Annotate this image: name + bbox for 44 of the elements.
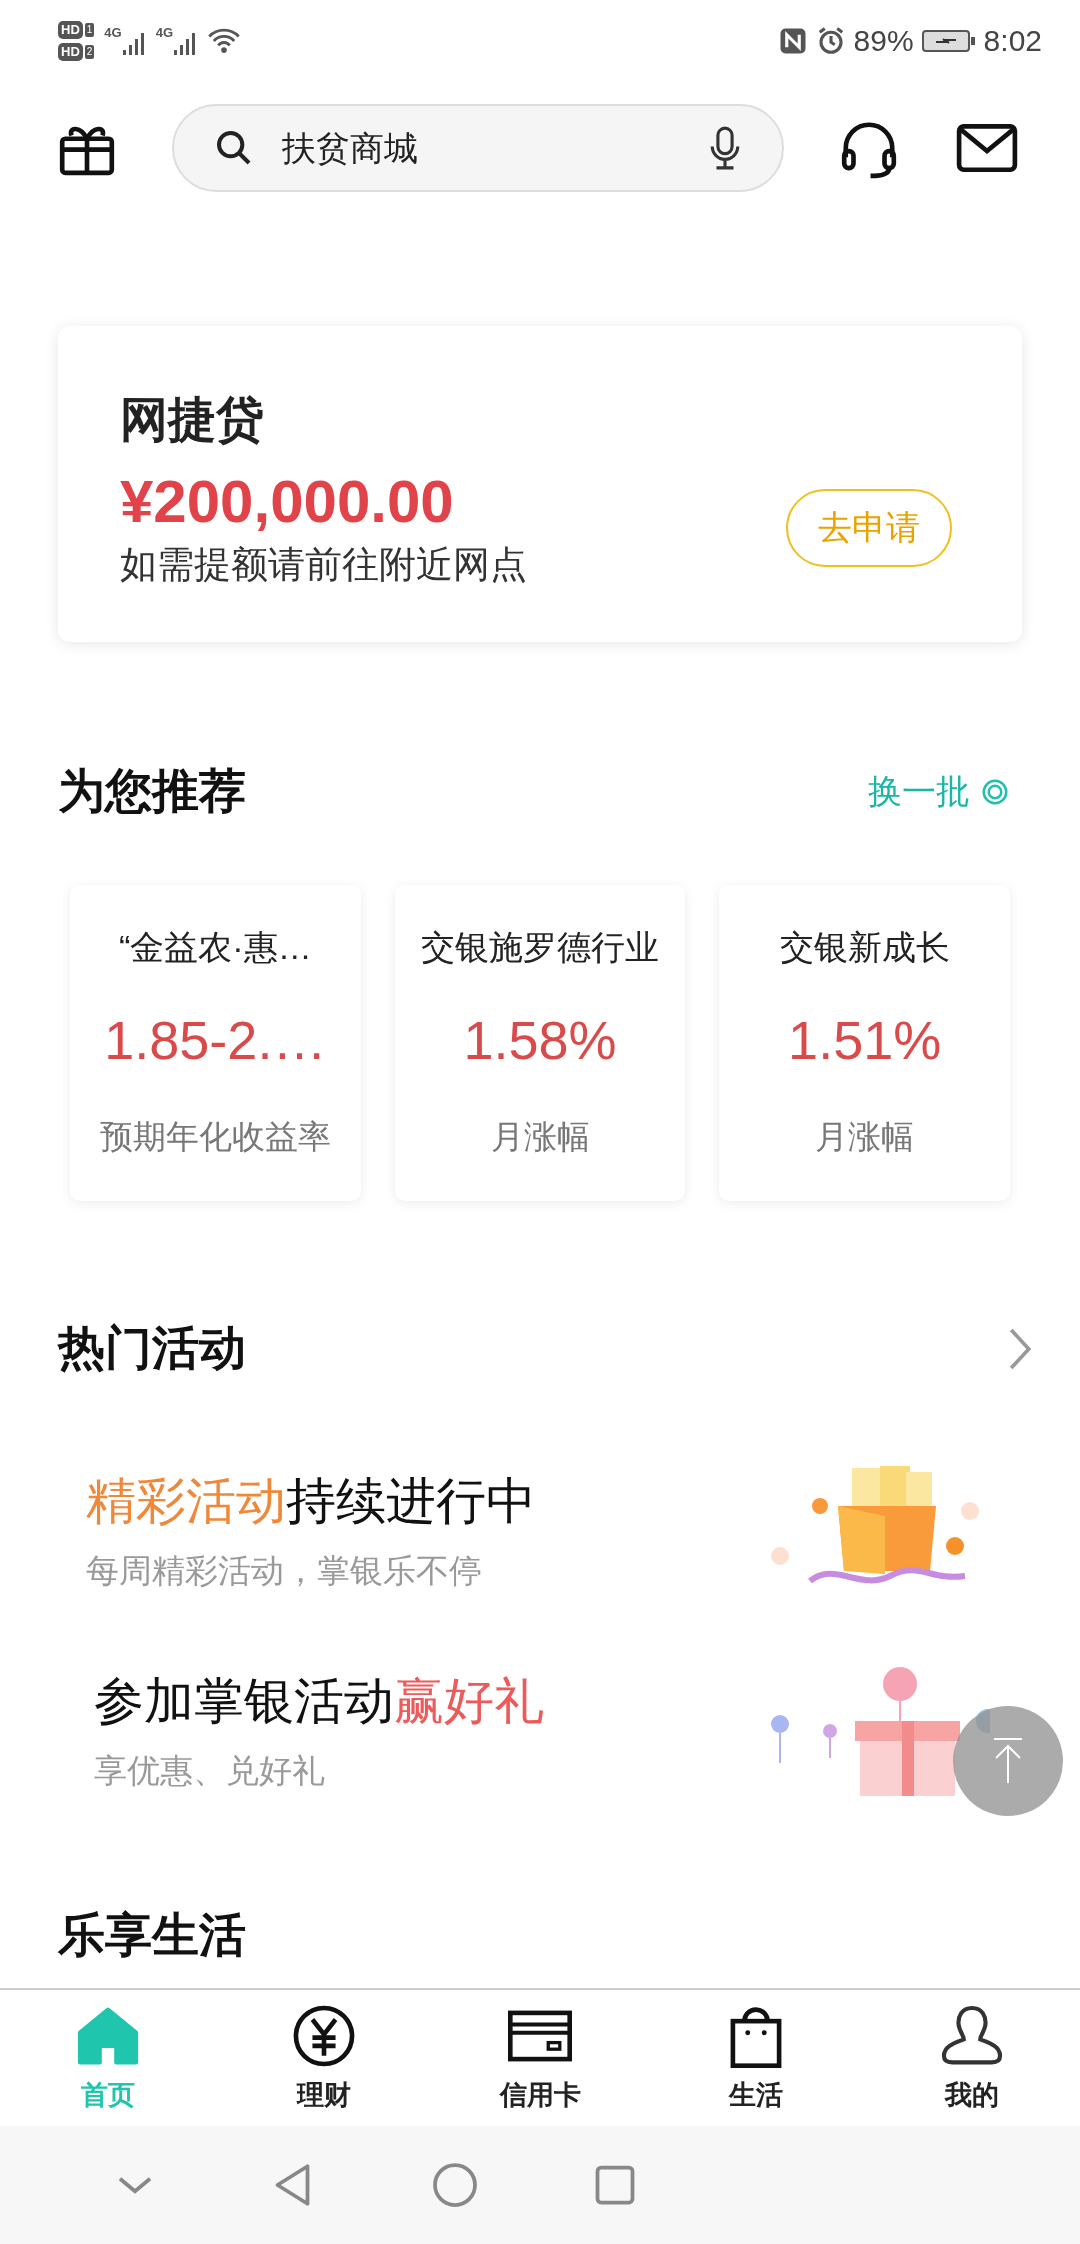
- sim-badge: HD: [58, 21, 83, 39]
- activity-title[interactable]: 参加掌银活动赢好礼: [94, 1668, 544, 1735]
- product-rate: 1.58%: [463, 1009, 617, 1071]
- product-rate-label: 月涨幅: [490, 1117, 590, 1157]
- search-bar[interactable]: 扶贫商城: [172, 104, 784, 192]
- product-card[interactable]: 交银施罗德行业 1.58% 月涨幅: [394, 885, 686, 1201]
- battery-percent: 89%: [853, 24, 914, 58]
- activity-subtitle: 享优惠、兑好礼: [94, 1751, 326, 1791]
- battery-icon: [921, 28, 976, 54]
- section-title: 乐享生活: [58, 1907, 247, 1963]
- sim-slot: 1: [84, 23, 95, 37]
- nfc-icon: [777, 26, 808, 56]
- network-label: 4G: [104, 25, 122, 40]
- product-name: 交银新成长: [779, 927, 950, 968]
- wifi-icon: [207, 27, 242, 55]
- signal-icon: [121, 31, 146, 57]
- product-rate: 1.51%: [788, 1009, 942, 1071]
- loan-note: 如需提额请前往附近网点: [120, 543, 527, 587]
- product-rate-label: 预期年化收益率: [99, 1117, 331, 1157]
- product-name: 交银施罗德行业: [421, 927, 659, 968]
- tab[interactable]: 理财: [254, 2003, 394, 2113]
- activity-title[interactable]: 精彩活动持续进行中: [86, 1468, 536, 1535]
- product-card[interactable]: “金益农·惠… 1.85-2.… 预期年化收益率: [70, 885, 361, 1201]
- search-field[interactable]: 扶贫商城: [280, 127, 708, 169]
- sim-slot: 2: [84, 45, 95, 59]
- product-name: “金益农·惠…: [119, 927, 312, 968]
- network-label: 4G: [155, 25, 174, 40]
- product-rate: 1.85-2.…: [104, 1009, 327, 1071]
- section-title: 热门活动: [58, 1320, 246, 1376]
- sim-badge: HD: [58, 43, 83, 61]
- tab[interactable]: 信用卡: [470, 2003, 610, 2113]
- loan-amount: ¥200,000.00: [120, 467, 455, 537]
- clock: 8:02: [983, 24, 1042, 58]
- loan-title: 网捷贷: [119, 392, 265, 448]
- product-card[interactable]: 交银新成长 1.51% 月涨幅: [719, 885, 1010, 1201]
- tab[interactable]: 我的: [902, 2003, 1042, 2113]
- activity-subtitle: 每周精彩活动，掌银乐不停: [86, 1551, 483, 1591]
- chevron-right-icon[interactable]: [1008, 1326, 1032, 1371]
- tab[interactable]: 生活: [686, 2003, 826, 2113]
- section-title: 为您推荐: [58, 763, 246, 819]
- yuan-icon: [291, 2003, 357, 2069]
- signal-icon: [173, 31, 198, 57]
- product-rate-label: 月涨幅: [815, 1117, 915, 1157]
- home-circle-icon[interactable]: [430, 2160, 480, 2210]
